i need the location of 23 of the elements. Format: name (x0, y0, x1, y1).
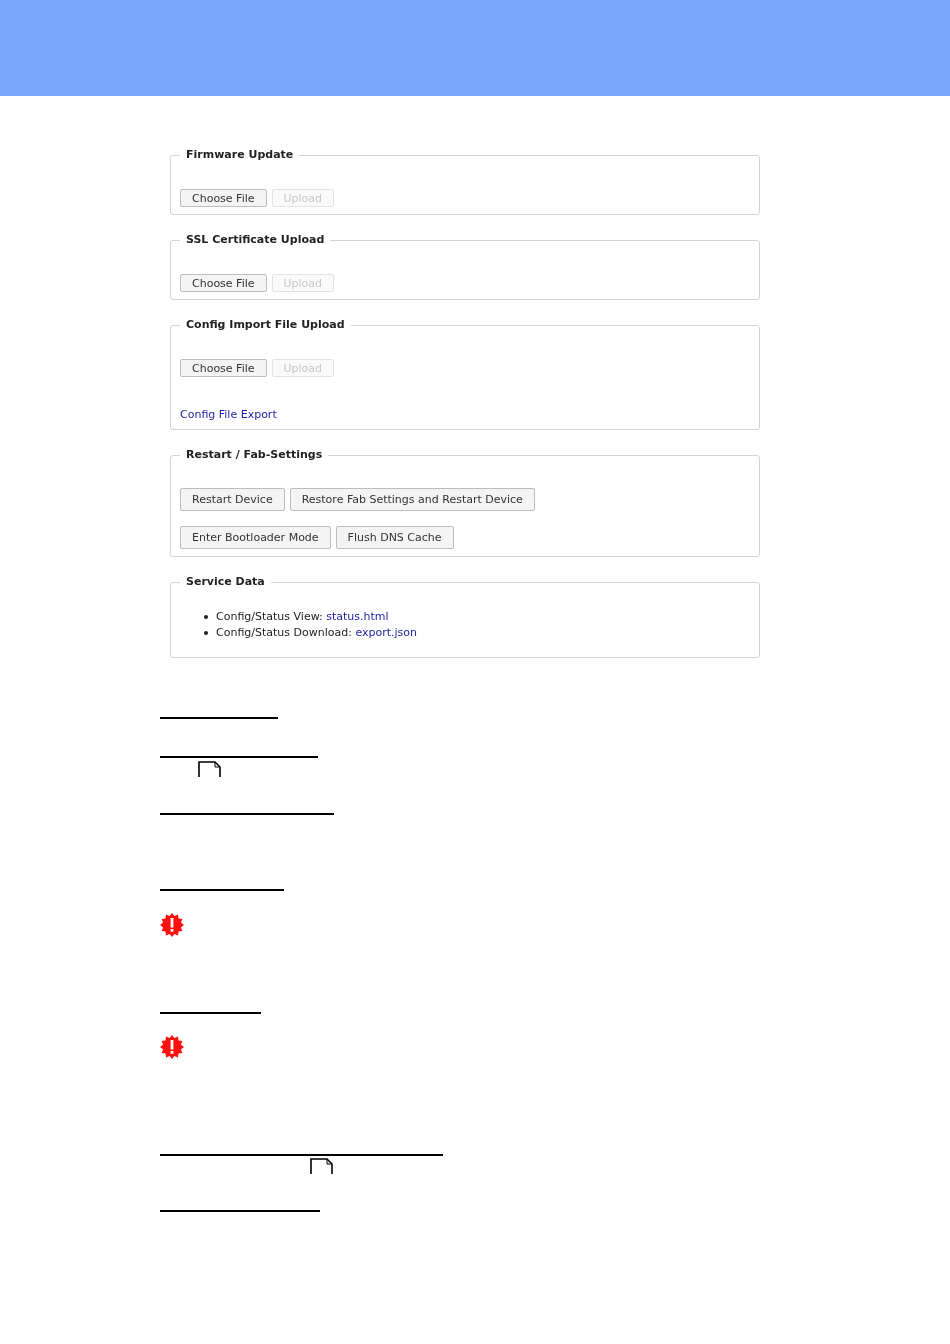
choose-file-button[interactable]: Choose File (180, 359, 267, 377)
file-link[interactable]: status.html (326, 610, 389, 623)
document-icon (198, 761, 221, 777)
warning-icon (160, 913, 184, 937)
bullet-icon (204, 631, 208, 635)
section-legend: Firmware Update (180, 148, 300, 162)
choose-file-button[interactable]: Choose File (180, 189, 267, 207)
list-item-text: Config/Status View: status.html (216, 609, 389, 625)
file-link[interactable]: export.json (355, 626, 418, 639)
warning-icon (160, 1035, 184, 1059)
document-icon (310, 1158, 333, 1174)
action-button[interactable]: Restore Fab Settings and Restart Device (289, 488, 535, 511)
section-legend: SSL Certificate Upload (180, 233, 331, 247)
section-legend: Restart / Fab-Settings (180, 448, 329, 462)
action-button[interactable]: Restart Device (180, 488, 285, 511)
export-link[interactable]: Config File Export (180, 408, 277, 421)
choose-file-button[interactable]: Choose File (180, 274, 267, 292)
section-legend: Config Import File Upload (180, 318, 351, 332)
bullet-icon (204, 615, 208, 619)
section-legend: Service Data (180, 575, 271, 589)
action-button[interactable]: Enter Bootloader Mode (180, 526, 331, 549)
action-button[interactable]: Flush DNS Cache (335, 526, 454, 549)
list-item-text: Config/Status Download: export.json (216, 625, 418, 641)
